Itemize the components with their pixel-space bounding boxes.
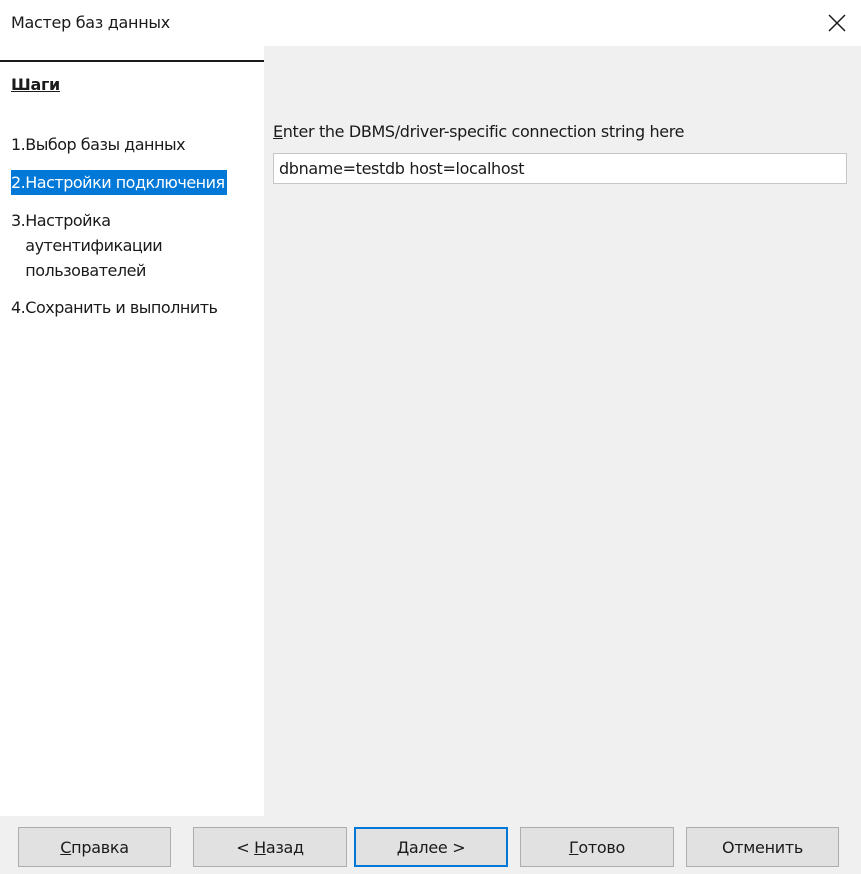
step-number: 2. — [11, 173, 26, 192]
step-label: Выбор базы данных — [25, 135, 186, 154]
steps-divider — [0, 60, 264, 62]
step-number: 3. — [11, 211, 26, 230]
help-mnemonic: С — [60, 837, 72, 857]
button-bar: Справка < Назад Далее > Готово Отменить — [0, 816, 861, 874]
finish-mnemonic: Г — [568, 837, 579, 857]
title-bar: Мастер баз данных — [0, 0, 861, 46]
step-1[interactable]: 1.Выбор базы данных — [11, 132, 186, 157]
steps-heading: Шаги — [11, 75, 60, 94]
connection-string-label: Enter the DBMS/driver-specific connectio… — [273, 122, 685, 141]
close-button[interactable] — [813, 0, 861, 46]
cancel-button[interactable]: Отменить — [686, 827, 839, 867]
label-mnemonic: E — [273, 122, 283, 141]
step-4[interactable]: 4.Сохранить и выполнить — [11, 295, 218, 320]
window-title: Мастер баз данных — [11, 13, 170, 32]
step-label: Настройки подключения — [25, 173, 225, 192]
help-button[interactable]: Справка — [18, 827, 171, 867]
step-2[interactable]: 2.Настройки подключения — [11, 170, 227, 195]
step-number: 4. — [11, 298, 26, 317]
content-panel: Enter the DBMS/driver-specific connectio… — [264, 46, 861, 816]
back-mnemonic: Н — [254, 837, 266, 857]
next-mnemonic: Д — [396, 837, 410, 857]
finish-label: отово — [578, 837, 626, 857]
label-text: nter the DBMS/driver-specific connection… — [282, 122, 685, 141]
step-3[interactable]: 3. Настройка аутентификации пользователей — [11, 208, 225, 283]
back-prefix: < — [236, 837, 255, 857]
step-label: Сохранить и выполнить — [25, 298, 218, 317]
step-label: Настройка аутентификации пользователей — [25, 211, 163, 280]
steps-panel: Шаги 1.Выбор базы данных 2.Настройки под… — [0, 46, 264, 816]
finish-button[interactable]: Готово — [520, 827, 674, 867]
connection-string-input[interactable] — [273, 153, 847, 184]
close-icon — [828, 14, 846, 32]
next-button[interactable]: Далее > — [354, 827, 508, 867]
step-number: 1. — [11, 135, 26, 154]
back-label: азад — [265, 837, 304, 857]
next-label: алее > — [408, 837, 466, 857]
cancel-label: Отменить — [721, 837, 804, 857]
back-button[interactable]: < Назад — [193, 827, 347, 867]
help-label: правка — [71, 837, 129, 857]
